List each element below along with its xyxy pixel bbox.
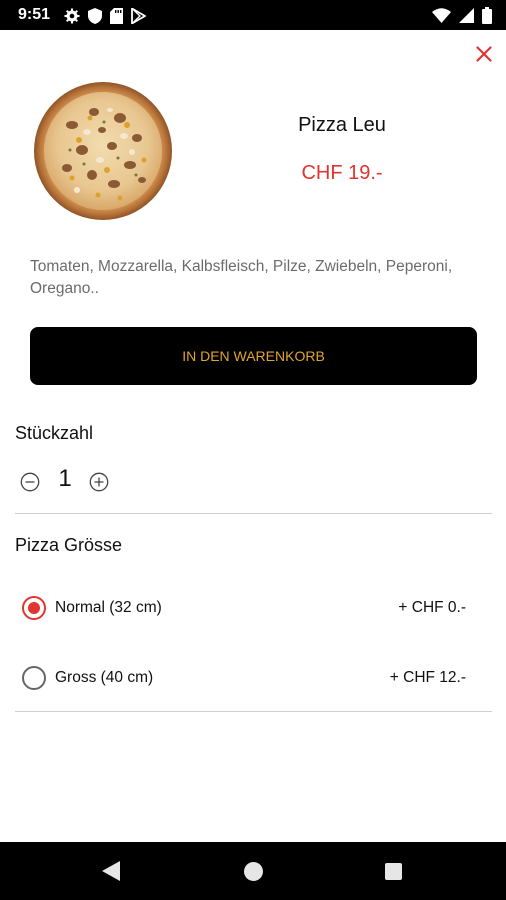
size-option-normal[interactable]: Normal (32 cm) + CHF 0.- bbox=[0, 583, 506, 633]
minus-circle-icon bbox=[20, 472, 40, 492]
quantity-value: 1 bbox=[58, 465, 72, 492]
divider bbox=[15, 711, 492, 712]
status-icons-right bbox=[432, 7, 492, 24]
recents-icon[interactable] bbox=[385, 863, 402, 880]
wifi-icon bbox=[432, 8, 451, 23]
plus-circle-icon bbox=[89, 472, 109, 492]
play-store-icon bbox=[131, 7, 146, 24]
status-time: 9:51 bbox=[18, 6, 51, 23]
quantity-increase-button[interactable] bbox=[89, 472, 109, 492]
ingredients-text: Tomaten, Mozzarella, Kalbsfleisch, Pilze… bbox=[30, 258, 453, 297]
add-to-cart-button[interactable]: IN DEN WARENKORB bbox=[30, 327, 477, 385]
close-icon bbox=[476, 46, 492, 62]
size-option-price: + CHF 12.- bbox=[389, 669, 466, 686]
quantity-decrease-button[interactable] bbox=[20, 472, 40, 492]
size-title: Pizza Grösse bbox=[15, 535, 123, 555]
home-icon[interactable] bbox=[244, 862, 263, 881]
status-icons-left bbox=[64, 7, 146, 24]
sd-card-icon bbox=[110, 7, 123, 24]
size-option-label: Normal (32 cm) bbox=[55, 599, 162, 616]
size-option-gross[interactable]: Gross (40 cm) + CHF 12.- bbox=[0, 653, 506, 703]
back-icon[interactable] bbox=[102, 861, 120, 886]
size-option-price: + CHF 0.- bbox=[398, 599, 466, 616]
shield-icon bbox=[88, 7, 102, 24]
signal-icon bbox=[459, 8, 474, 23]
navigation-bar bbox=[0, 842, 506, 900]
battery-icon bbox=[482, 7, 492, 24]
status-bar: 9:51 bbox=[0, 0, 506, 30]
size-option-label: Gross (40 cm) bbox=[55, 669, 154, 686]
settings-gear-icon bbox=[64, 8, 80, 24]
radio-button-unselected[interactable] bbox=[22, 666, 46, 690]
radio-button-selected[interactable] bbox=[22, 596, 46, 620]
product-name: Pizza Leu bbox=[298, 114, 386, 136]
product-price: CHF 19.- bbox=[301, 162, 383, 184]
close-button[interactable] bbox=[470, 40, 498, 68]
divider bbox=[15, 513, 492, 514]
pizza-image bbox=[32, 80, 174, 222]
quantity-title: Stückzahl bbox=[15, 423, 94, 443]
